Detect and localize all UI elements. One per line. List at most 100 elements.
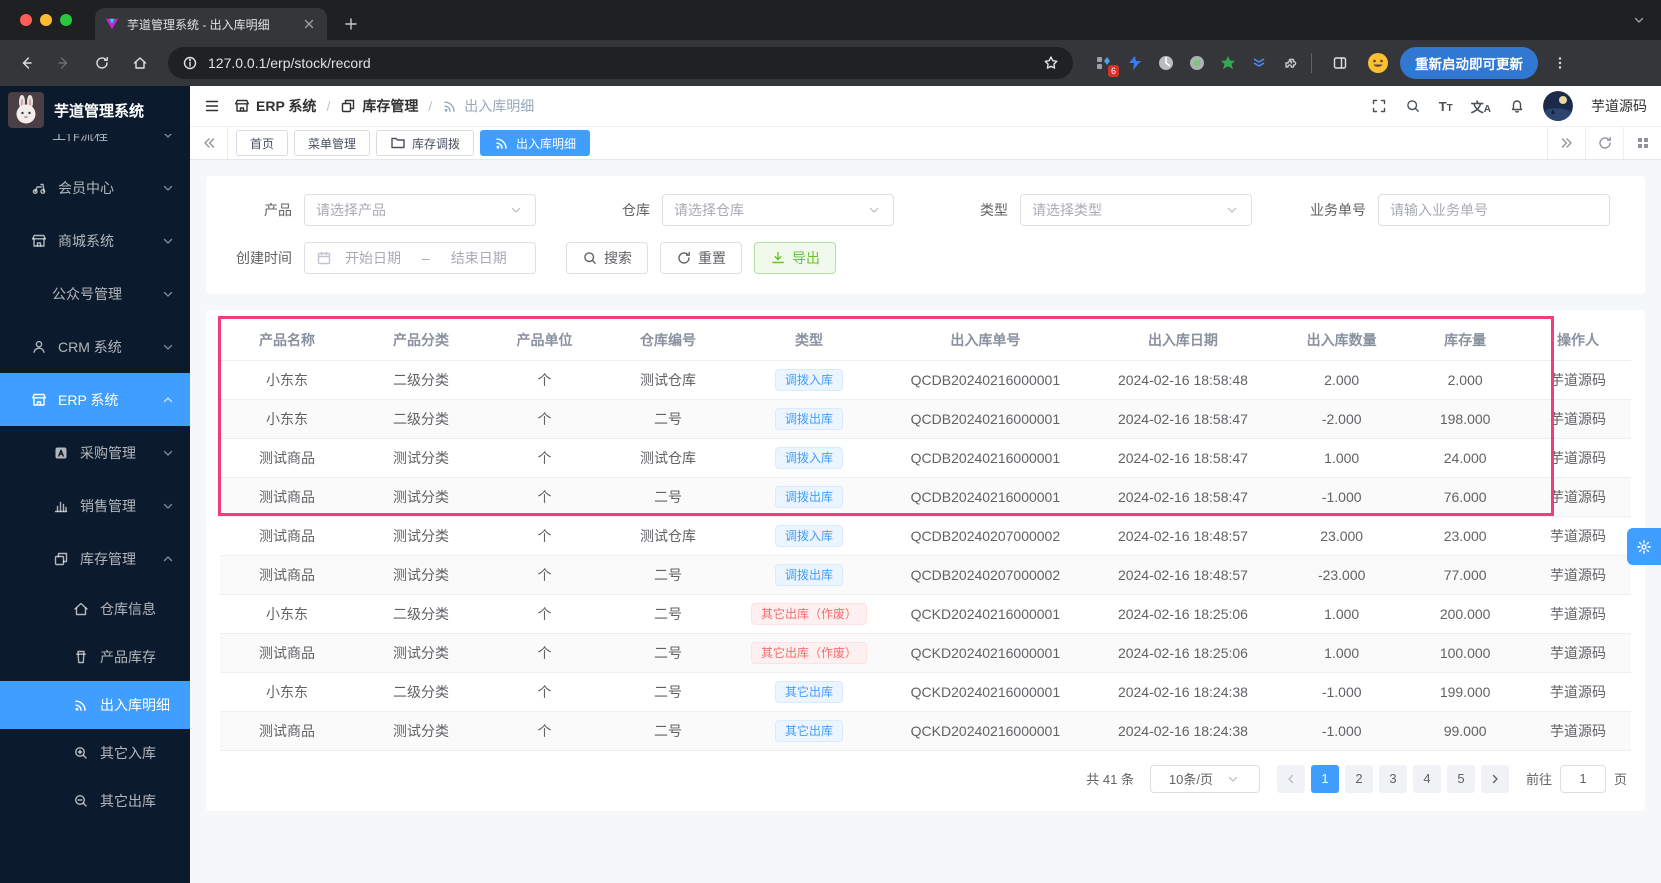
type-badge: 其它出库 <box>775 680 844 703</box>
column-header: 操作人 <box>1525 320 1631 361</box>
url-text[interactable]: 127.0.0.1/erp/stock/record <box>208 55 1033 71</box>
sidebar-item[interactable]: 其它出库 <box>0 777 190 825</box>
address-bar[interactable]: 127.0.0.1/erp/stock/record <box>168 47 1073 79</box>
breadcrumb-item[interactable]: ERP 系统 <box>234 96 316 116</box>
cell-warehouse-no: 二号 <box>600 672 735 712</box>
sidebar-item[interactable]: 产品库存 <box>0 633 190 681</box>
page-size-select[interactable]: 10条/页 <box>1149 764 1260 793</box>
browser-menu-icon[interactable] <box>1544 47 1576 79</box>
page-tab[interactable]: 出入库明细 <box>480 130 591 156</box>
side-panel-icon[interactable] <box>1324 47 1356 79</box>
cell-order-no: QCDB20240216000001 <box>883 360 1088 400</box>
chevron-down-icon[interactable] <box>1631 12 1647 28</box>
cell-type: 调拨入库 <box>734 360 884 400</box>
reload-button[interactable] <box>86 47 118 79</box>
next-page-button[interactable] <box>1480 764 1509 793</box>
sidebar-item[interactable]: CRM 系统 <box>0 320 190 373</box>
back-button[interactable] <box>10 47 42 79</box>
tab-close-icon[interactable] <box>301 16 317 32</box>
goto-page-input[interactable] <box>1559 764 1606 793</box>
extension-icon[interactable] <box>1188 54 1206 72</box>
sidebar-item[interactable]: ERP 系统 <box>0 373 190 426</box>
browser-update-button[interactable]: 重新启动即可更新 <box>1400 47 1538 79</box>
new-tab-button[interactable] <box>337 10 365 38</box>
sidebar-item[interactable]: 采购管理 <box>0 426 190 479</box>
home-button[interactable] <box>124 47 156 79</box>
extensions-puzzle-icon[interactable] <box>1281 54 1299 72</box>
reset-button[interactable]: 重置 <box>660 242 742 274</box>
sidebar-item[interactable]: 商城系统 <box>0 214 190 267</box>
column-header: 出入库数量 <box>1278 320 1406 361</box>
zoom-window-button[interactable] <box>60 14 72 26</box>
type-select[interactable]: 请选择类型 <box>1020 194 1252 226</box>
cell-product-category: 测试分类 <box>354 711 489 751</box>
user-avatar[interactable] <box>1543 91 1573 121</box>
browser-tab[interactable]: 芋道管理系统 - 出入库明细 <box>95 8 327 40</box>
sidebar-item[interactable]: 仓库信息 <box>0 585 190 633</box>
collapse-sidebar-icon[interactable] <box>204 98 220 114</box>
gear-icon <box>1636 539 1652 555</box>
sidebar-item[interactable]: 会员中心 <box>0 161 190 214</box>
prev-page-button[interactable] <box>1276 764 1305 793</box>
username-label[interactable]: 芋道源码 <box>1591 96 1647 116</box>
export-button[interactable]: 导出 <box>754 242 836 274</box>
product-select[interactable]: 请选择产品 <box>304 194 536 226</box>
cell-quantity: 1.000 <box>1278 438 1406 478</box>
extension-icon[interactable] <box>1250 54 1268 72</box>
settings-drawer-button[interactable] <box>1627 528 1661 565</box>
close-window-button[interactable] <box>20 14 32 26</box>
minimize-window-button[interactable] <box>40 14 52 26</box>
sidebar-item[interactable]: 出入库明细 <box>0 681 190 729</box>
page-number-button[interactable]: 3 <box>1378 764 1407 793</box>
cell-operator: 芋道源码 <box>1525 438 1631 478</box>
search-button[interactable]: 搜索 <box>566 242 648 274</box>
refresh-page-icon[interactable] <box>1585 127 1623 159</box>
extension-icon[interactable]: 6 <box>1095 54 1119 77</box>
biz-no-input[interactable]: 请输入业务单号 <box>1378 194 1610 226</box>
search-icon[interactable] <box>1405 98 1421 114</box>
date-range-picker[interactable]: 开始日期 – 结束日期 <box>304 242 536 274</box>
sidebar-item[interactable]: 工作流程 <box>0 134 190 161</box>
tabs-scroll-right-icon[interactable] <box>1547 127 1585 159</box>
forward-button[interactable] <box>48 47 80 79</box>
extension-icon[interactable] <box>1126 54 1144 72</box>
cell-order-no: QCDB20240207000002 <box>883 555 1088 595</box>
zoom-in-icon <box>72 745 90 761</box>
cell-stock: 77.000 <box>1405 555 1526 595</box>
column-header: 产品分类 <box>354 320 489 361</box>
breadcrumb-item[interactable]: 出入库明细 <box>442 96 534 116</box>
page-number-button[interactable]: 5 <box>1446 764 1475 793</box>
sidebar-item[interactable]: 销售管理 <box>0 479 190 532</box>
extension-icon[interactable] <box>1157 54 1175 72</box>
sidebar-item[interactable]: 库存管理 <box>0 532 190 585</box>
notification-bell-icon[interactable] <box>1509 98 1525 114</box>
page-number-button[interactable]: 4 <box>1412 764 1441 793</box>
page-number-button[interactable]: 2 <box>1344 764 1373 793</box>
page-tab[interactable]: 库存调拨 <box>376 130 475 156</box>
page-number-button[interactable]: 1 <box>1310 764 1339 793</box>
cell-product-category: 二级分类 <box>354 399 489 439</box>
font-size-icon[interactable]: TT <box>1439 99 1453 114</box>
cell-quantity: -23.000 <box>1278 555 1406 595</box>
sidebar-item[interactable]: 其它入库 <box>0 729 190 777</box>
sidebar-item[interactable]: 公众号管理 <box>0 267 190 320</box>
tabs-menu-grid-icon[interactable] <box>1623 127 1661 159</box>
page-tab[interactable]: 菜单管理 <box>294 130 371 156</box>
translate-icon[interactable]: 文A <box>1471 97 1491 116</box>
table-row: 测试商品 测试分类个二号 其它出库 QCKD20240216000001 2024-02… <box>220 711 1631 751</box>
profile-avatar-icon[interactable] <box>1362 47 1394 79</box>
browser-titlebar: 芋道管理系统 - 出入库明细 <box>0 0 1661 40</box>
site-info-icon[interactable] <box>182 55 198 71</box>
extension-icon[interactable] <box>1219 54 1237 72</box>
fullscreen-icon[interactable] <box>1371 98 1387 114</box>
page-unit-label: 页 <box>1613 772 1627 787</box>
warehouse-select[interactable]: 请选择仓库 <box>662 194 894 226</box>
cell-order-no: QCDB20240216000001 <box>883 399 1088 439</box>
app-logo[interactable]: 芋道管理系统 <box>0 86 190 134</box>
cell-warehouse-no: 二号 <box>600 399 735 439</box>
breadcrumb-item[interactable]: 库存管理 <box>340 96 418 116</box>
tabs-scroll-left-icon[interactable] <box>190 127 228 159</box>
breadcrumb-separator: / <box>428 98 433 114</box>
bookmark-star-icon[interactable] <box>1043 55 1059 71</box>
page-tab[interactable]: 首页 <box>236 130 289 156</box>
